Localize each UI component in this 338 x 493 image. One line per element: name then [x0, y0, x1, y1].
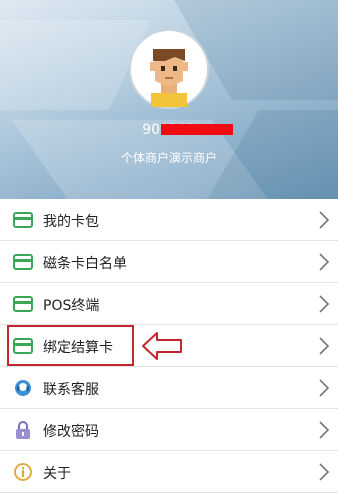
merchant-name: 个体商户演示商户: [120, 151, 217, 165]
card-icon: [13, 212, 33, 228]
menu-item-card-wallet[interactable]: 我的卡包: [0, 199, 338, 241]
chevron-right-icon: [319, 253, 330, 271]
lock-icon: [16, 421, 30, 439]
menu-item-label: 我的卡包: [43, 214, 99, 230]
chevron-right-icon: [319, 379, 330, 397]
avatar[interactable]: [129, 29, 209, 109]
menu-item-contact-support[interactable]: 联系客服: [0, 367, 338, 409]
menu-item-label: 联系客服: [43, 382, 99, 398]
menu-item-change-password[interactable]: 修改密码: [0, 409, 338, 451]
info-icon: [14, 463, 32, 481]
chevron-right-icon: [319, 295, 330, 313]
menu-item-about[interactable]: 关于: [0, 451, 338, 493]
headset-icon: [15, 380, 31, 396]
avatar-face-icon: [150, 49, 188, 107]
left-arrow-icon: [142, 332, 182, 360]
menu-item-label: POS终端: [43, 298, 100, 314]
menu-item-label: 关于: [43, 466, 71, 482]
card-icon: [13, 254, 33, 270]
redaction-bar: [161, 124, 233, 135]
chevron-right-icon: [319, 337, 330, 355]
menu-item-label: 磁条卡白名单: [43, 256, 127, 272]
menu-item-pos-terminal[interactable]: POS终端: [0, 283, 338, 325]
chevron-right-icon: [319, 211, 330, 229]
chevron-right-icon: [319, 421, 330, 439]
card-icon: [13, 296, 33, 312]
profile-header: 900102 个体商户演示商户: [0, 0, 338, 199]
menu-item-label: 修改密码: [43, 424, 99, 440]
chevron-right-icon: [319, 463, 330, 481]
highlight-box: [7, 325, 134, 366]
menu-item-magstripe-whitelist[interactable]: 磁条卡白名单: [0, 241, 338, 283]
